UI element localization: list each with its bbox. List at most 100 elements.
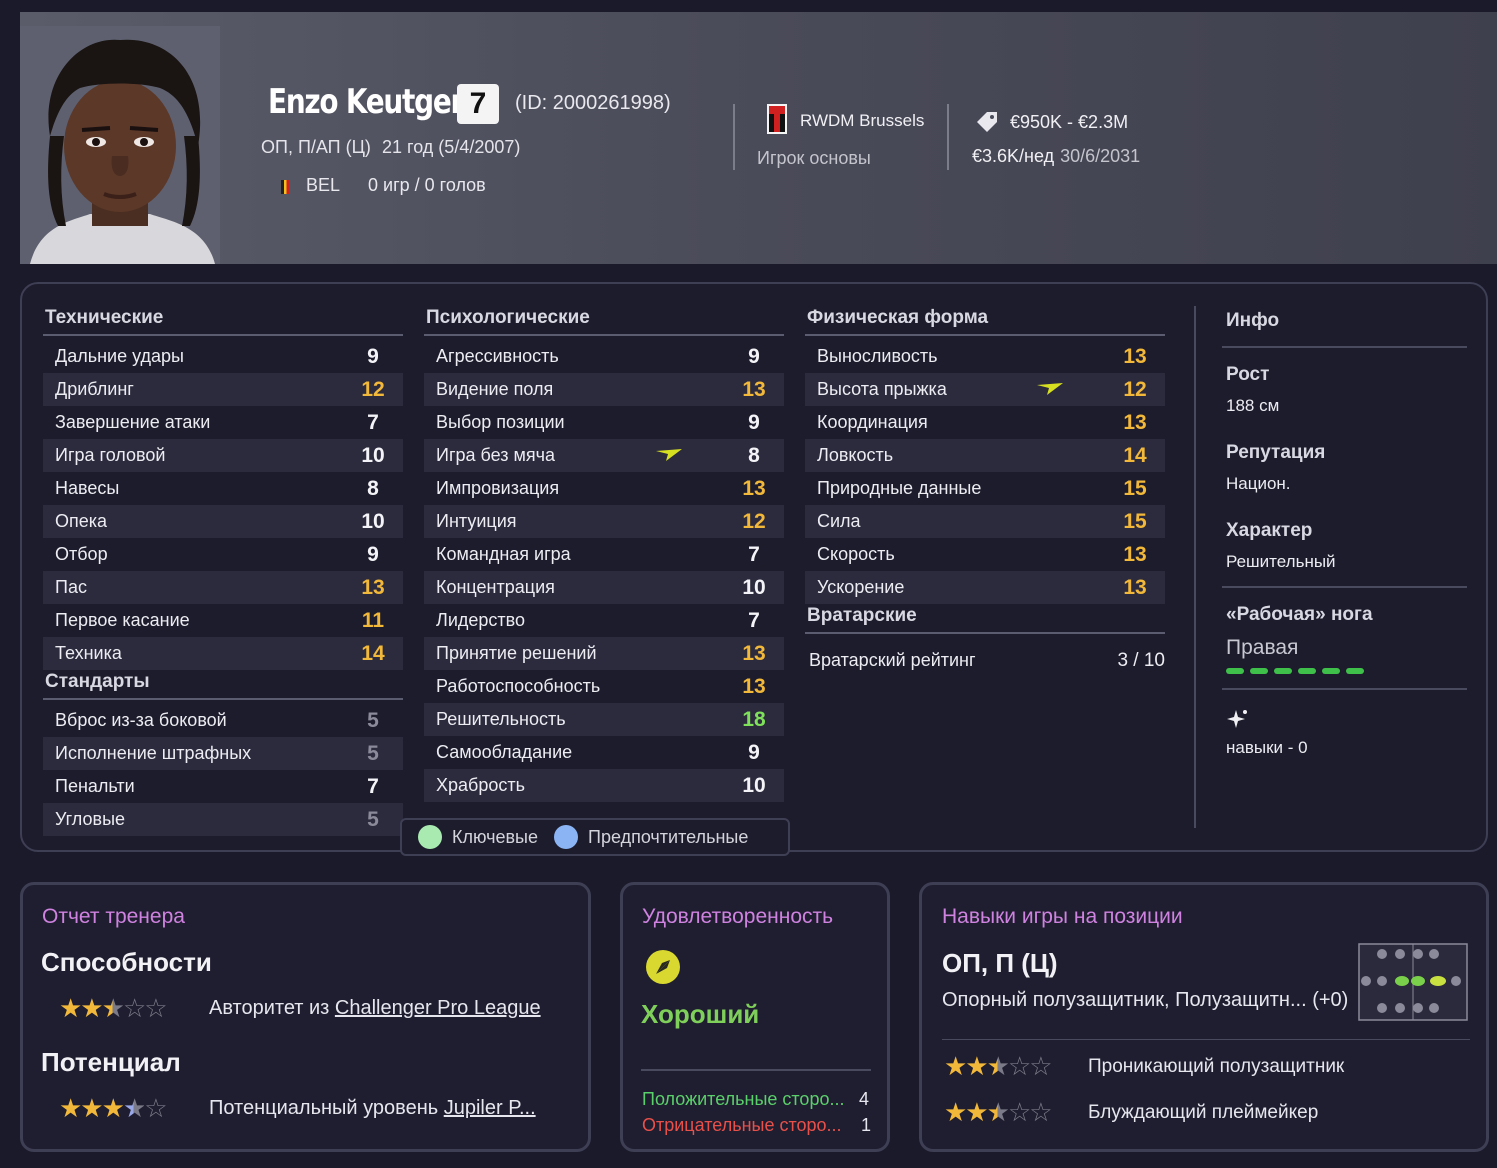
divider	[733, 104, 735, 170]
attribute-value: 9	[748, 410, 760, 434]
attribute-row[interactable]: Отбор 9	[43, 538, 403, 571]
attribute-label: Агрессивность	[436, 346, 559, 366]
attribute-value: 13	[1123, 410, 1147, 434]
divider	[641, 1069, 871, 1071]
attribute-value: 7	[367, 410, 379, 434]
attribute-label: Пенальти	[55, 776, 135, 796]
legend-preferred[interactable]: Предпочтительные	[588, 827, 748, 848]
transfer-value: €950K - €2.3M	[1010, 112, 1129, 132]
club-link[interactable]: RWDM Brussels	[800, 111, 924, 131]
height-value: 188 см	[1226, 396, 1280, 415]
attribute-row[interactable]: Принятие решений 13	[424, 637, 784, 670]
preferred-foot-bar	[1226, 668, 1467, 674]
attribute-row[interactable]: Выбор позиции 9	[424, 406, 784, 439]
attribute-row[interactable]: Сила 15	[805, 505, 1165, 538]
legend-key[interactable]: Ключевые	[452, 827, 538, 848]
position-modifier: (+0)	[1312, 989, 1349, 1011]
attribute-value: 9	[367, 542, 379, 566]
attribute-value: 10	[361, 443, 385, 467]
attribute-row[interactable]: Видение поля 13	[424, 373, 784, 406]
attribute-row[interactable]: Самообладание 9	[424, 736, 784, 769]
potential-league-link[interactable]: Jupiler P...	[444, 1097, 536, 1119]
sparkle-icon	[1227, 710, 1247, 728]
attribute-label: Импровизация	[436, 478, 560, 498]
attribute-value: 5	[367, 807, 379, 831]
attribute-row[interactable]: Ловкость 14	[805, 439, 1165, 472]
attribute-row[interactable]: Пенальти 7	[43, 770, 403, 803]
happiness-card[interactable]: Удовлетворенность Хороший Положительные …	[620, 882, 890, 1152]
attribute-label: Работоспособность	[436, 676, 601, 696]
ability-league-link[interactable]: Challenger Pro League	[335, 997, 541, 1019]
position-roles: Опорный полузащитник, Полузащитн... (+0)	[942, 989, 1352, 1012]
attribute-row[interactable]: Навесы 8	[43, 472, 403, 505]
attribute-label: Техника	[55, 643, 122, 663]
attribute-row[interactable]: Опека 10	[43, 505, 403, 538]
attribute-row[interactable]: Природные данные 15	[805, 472, 1165, 505]
attribute-row[interactable]: Техника 14	[43, 637, 403, 670]
goalkeeping-rating-value: 3 / 10	[1117, 649, 1165, 671]
negative-factors-label[interactable]: Отрицательные сторо...	[642, 1115, 862, 1136]
attribute-row[interactable]: Высота прыжка 12	[805, 373, 1165, 406]
attribute-label: Решительность	[436, 709, 566, 729]
height-label: Рост	[1226, 364, 1270, 385]
attribute-label: Координация	[817, 412, 928, 432]
attribute-row[interactable]: Концентрация 10	[424, 571, 784, 604]
price-tag-icon	[977, 112, 997, 132]
attribute-label: Концентрация	[436, 577, 555, 597]
attribute-row[interactable]: Игра головой 10	[43, 439, 403, 472]
role1-label[interactable]: Проникающий полузащитник	[1088, 1056, 1344, 1078]
role1-stars-icon: ★★★☆☆	[944, 1051, 1053, 1081]
attribute-label: Завершение атаки	[55, 412, 211, 432]
attribute-row[interactable]: Выносливость 13	[805, 340, 1165, 373]
attribute-row[interactable]: Дальние удары 9	[43, 340, 403, 373]
attribute-row[interactable]: Игра без мяча 8	[424, 439, 784, 472]
negative-factors-count: 1	[861, 1115, 872, 1135]
attribute-label: Принятие решений	[436, 643, 597, 663]
attribute-row[interactable]: Работоспособность 13	[424, 670, 784, 703]
attribute-row[interactable]: Пас 13	[43, 571, 403, 604]
attribute-row[interactable]: Первое касание 11	[43, 604, 403, 637]
player-header: Enzo Keutgen 7 (ID: 2000261998) ОП, П/АП…	[20, 12, 1497, 264]
coach-report-card[interactable]: Отчет тренера Способности ★★★☆☆ Авторите…	[20, 882, 591, 1152]
attribute-row[interactable]: Скорость 13	[805, 538, 1165, 571]
role2-stars-icon: ★★★☆☆	[944, 1097, 1053, 1127]
ability-stars-icon: ★★★☆☆	[59, 993, 168, 1023]
positive-factors-label[interactable]: Положительные сторо...	[642, 1089, 862, 1110]
ability-label: Способности	[41, 947, 212, 977]
attribute-value: 8	[367, 476, 379, 500]
goalkeeping-rating-row: Вратарский рейтинг 3 / 10	[805, 644, 1165, 677]
player-age: 21 год (5/4/2007)	[382, 137, 521, 157]
potential-stars-icon: ★★★★☆	[59, 1093, 168, 1123]
attribute-row[interactable]: Угловые 5	[43, 803, 403, 836]
attribute-row[interactable]: Лидерство 7	[424, 604, 784, 637]
attribute-label: Отбор	[55, 544, 108, 564]
attribute-row[interactable]: Координация 13	[805, 406, 1165, 439]
position-skills-card[interactable]: Навыки игры на позиции ОП, П (Ц) Опорный…	[919, 882, 1489, 1152]
shirt-number: 7	[457, 84, 499, 124]
attribute-row[interactable]: Завершение атаки 7	[43, 406, 403, 439]
pitch-positions-icon[interactable]	[1358, 943, 1468, 1021]
attribute-value: 18	[742, 707, 766, 731]
attribute-label: Скорость	[817, 544, 895, 564]
technical-column: Технические Дальние удары 9 Дриблинг 12 Заве…	[43, 304, 403, 836]
attribute-label: Храбрость	[436, 775, 525, 795]
attribute-label: Командная игра	[436, 544, 571, 564]
goalkeeping-rating-label: Вратарский рейтинг	[809, 650, 976, 670]
attribute-row[interactable]: Дриблинг 12	[43, 373, 403, 406]
attribute-row[interactable]: Ускорение 13	[805, 571, 1165, 604]
attribute-row[interactable]: Командная игра 7	[424, 538, 784, 571]
role2-label[interactable]: Блуждающий плеймейкер	[1088, 1102, 1318, 1124]
attribute-value: 15	[1123, 509, 1147, 533]
info-title: Инфо	[1222, 304, 1467, 348]
attribute-value: 13	[742, 674, 766, 698]
mental-column: Психологические Агрессивность 9 Видение по…	[424, 304, 784, 802]
attribute-row[interactable]: Исполнение штрафных 5	[43, 737, 403, 770]
attribute-row[interactable]: Решительность 18	[424, 703, 784, 736]
nationality: BEL	[306, 175, 341, 195]
attribute-row[interactable]: Импровизация 13	[424, 472, 784, 505]
attribute-row[interactable]: Агрессивность 9	[424, 340, 784, 373]
club-badge-icon[interactable]	[767, 104, 787, 134]
attribute-row[interactable]: Интуиция 12	[424, 505, 784, 538]
attribute-row[interactable]: Храбрость 10	[424, 769, 784, 802]
attribute-row[interactable]: Вброс из-за боковой 5	[43, 704, 403, 737]
